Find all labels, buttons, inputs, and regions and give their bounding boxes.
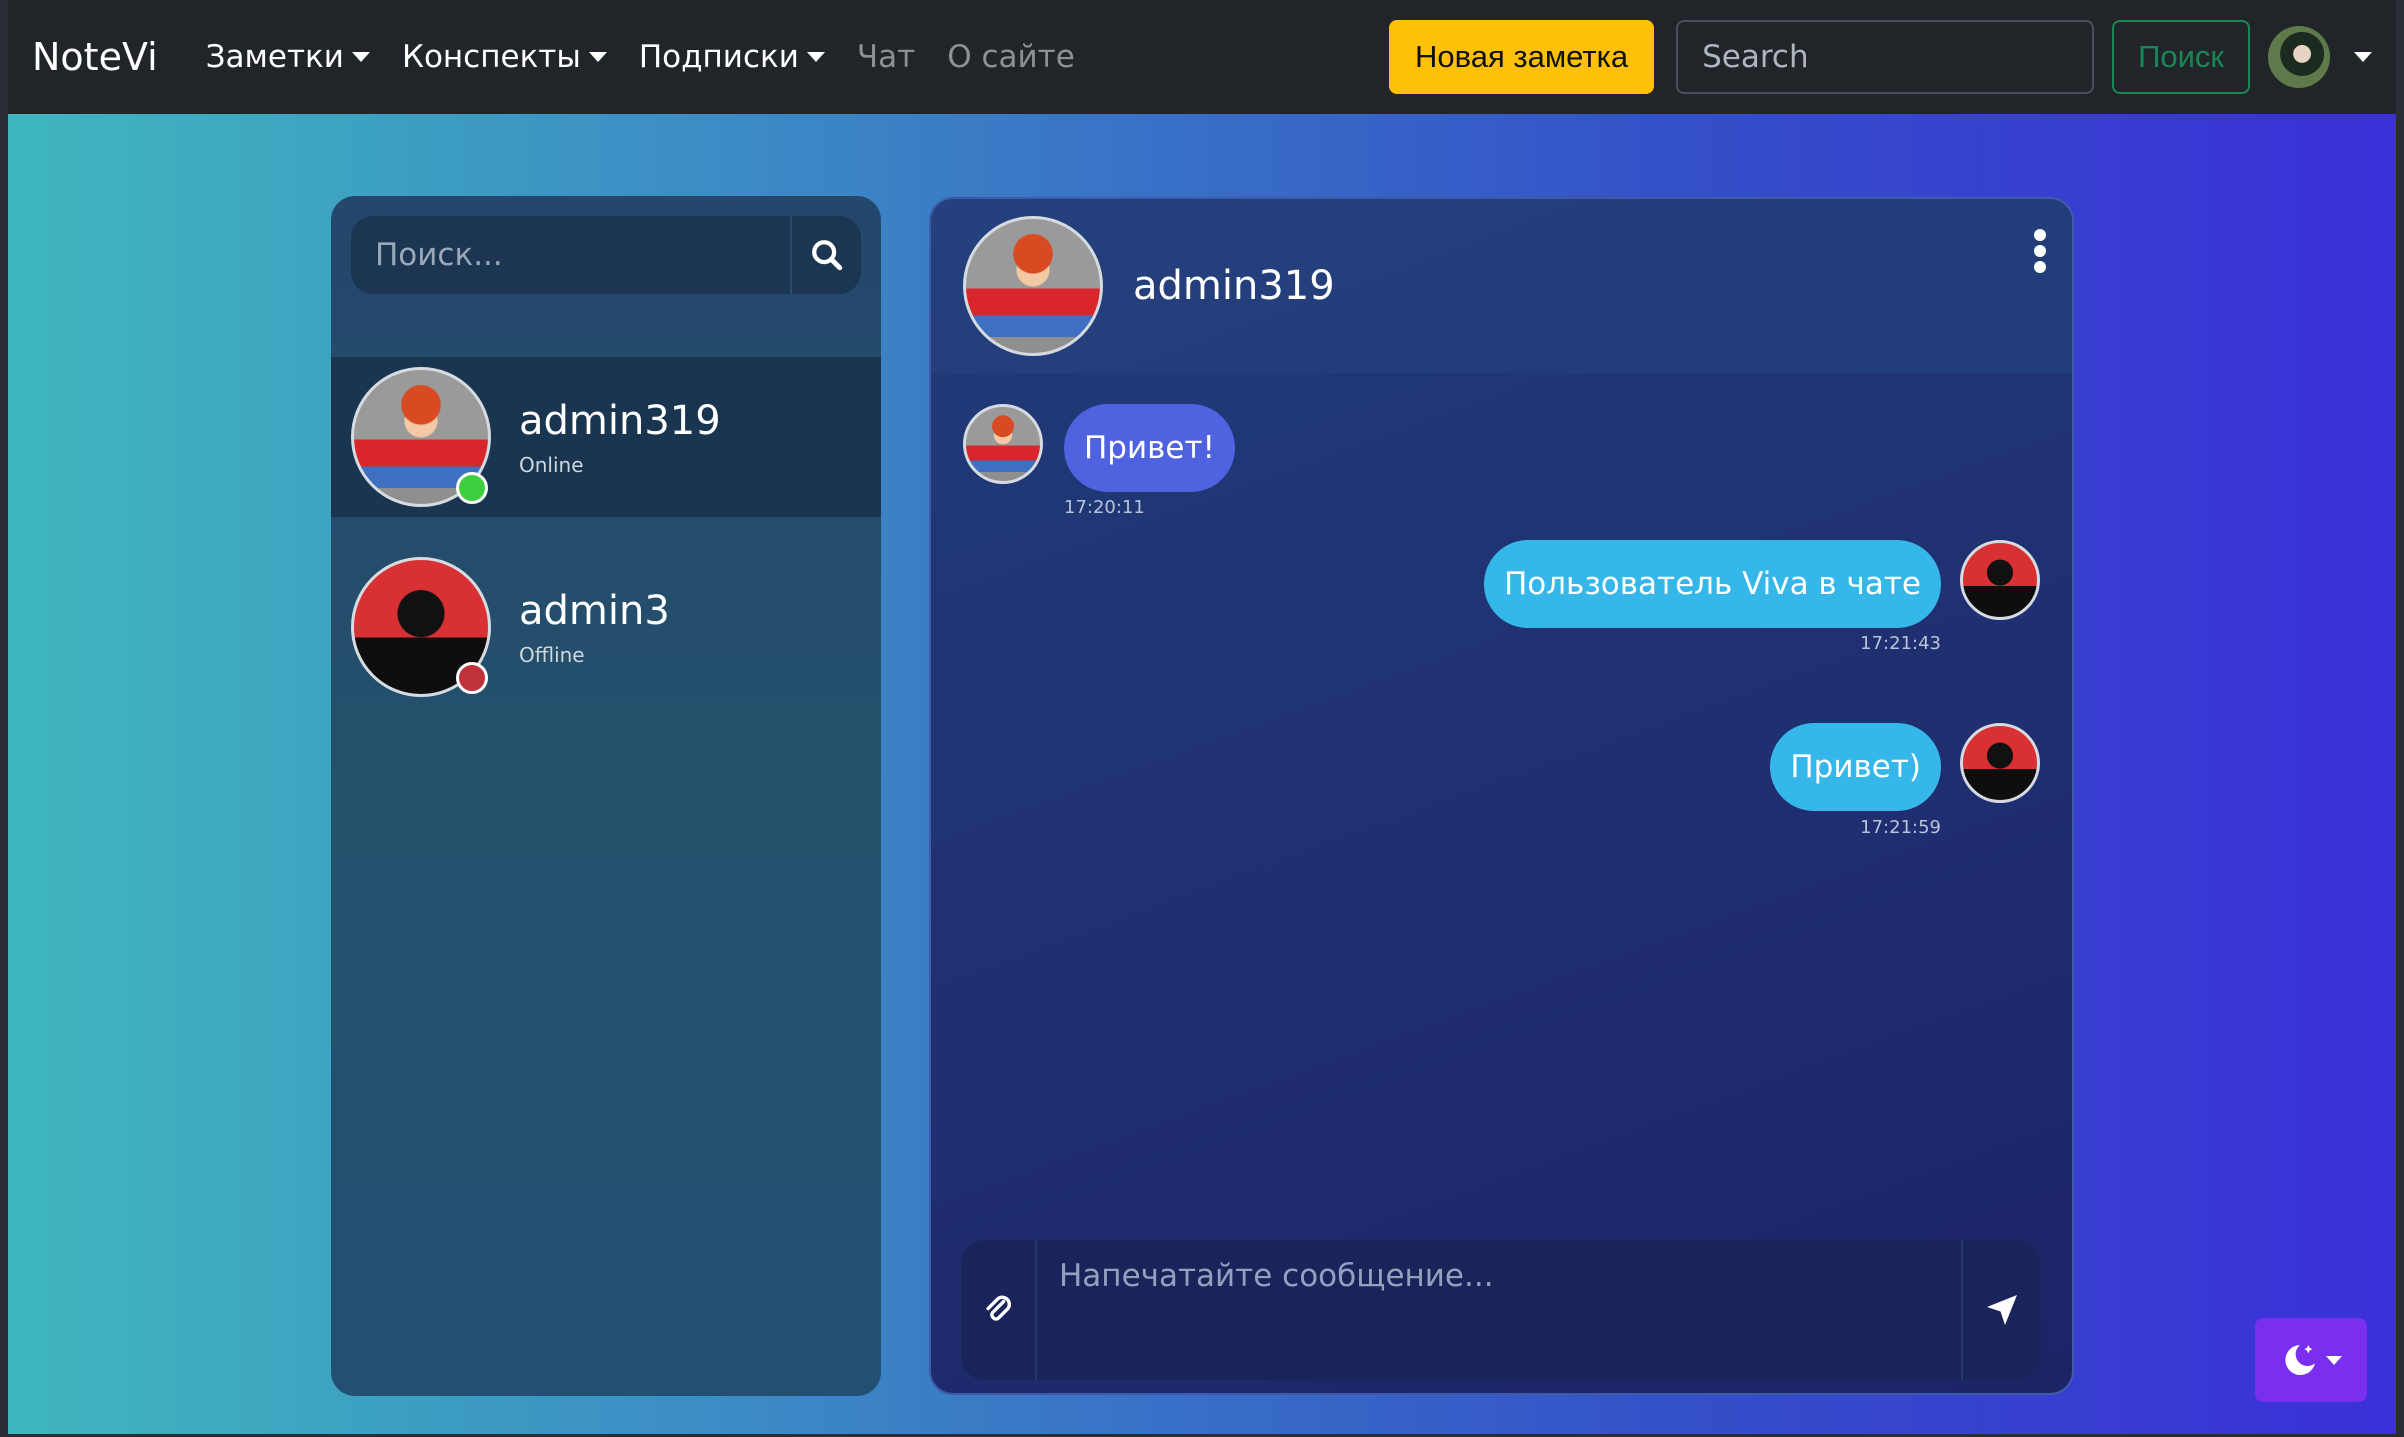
- nav-about-link[interactable]: О сайте: [947, 39, 1075, 75]
- theme-toggle-button[interactable]: [2255, 1318, 2367, 1402]
- lock-suit-avatar: [1960, 723, 2040, 803]
- send-arrow-icon: [1987, 1295, 2017, 1325]
- message-time: 17:21:43: [1860, 633, 1941, 654]
- nav-notes-dropdown[interactable]: Заметки: [206, 39, 370, 75]
- offline-status-dot: [456, 662, 488, 694]
- chat-partner-name: admin319: [1133, 263, 1335, 309]
- contact-status: Offline: [519, 643, 585, 667]
- contacts-search: [351, 216, 861, 294]
- contact-info: admin3 Offline: [519, 587, 670, 667]
- contact-info: admin319 Online: [519, 397, 721, 477]
- new-note-button[interactable]: Новая заметка: [1389, 20, 1655, 94]
- send-button[interactable]: [1961, 1240, 2041, 1380]
- lock-suit-avatar: [351, 557, 491, 697]
- chat-header: admin319: [931, 199, 2072, 373]
- menu-dot: [2034, 229, 2046, 241]
- nav-subscriptions-dropdown[interactable]: Подписки: [639, 39, 825, 75]
- nav-summaries-label: Конспекты: [401, 39, 581, 75]
- nav-chat-link[interactable]: Чат: [857, 39, 915, 75]
- top-navbar: NoteVi Заметки Конспекты Подписки Чат О …: [8, 0, 2396, 114]
- paperclip-icon: [986, 1295, 1012, 1321]
- search-input[interactable]: [1676, 20, 2095, 94]
- moon-stars-icon: [2285, 1345, 2315, 1375]
- chat-panel: admin319 Привет! 17:20:11 Пользователь V…: [929, 197, 2074, 1395]
- contact-item-admin319[interactable]: admin319 Online: [331, 357, 881, 517]
- contact-name: admin3: [519, 588, 670, 634]
- contacts-search-button[interactable]: [790, 216, 861, 294]
- menu-dot: [2034, 245, 2046, 257]
- kebab-menu-icon[interactable]: [2030, 229, 2050, 273]
- contact-name: admin319: [519, 398, 721, 444]
- outgoing-message: Пользователь Viva в чате: [1483, 540, 1941, 628]
- outgoing-message: Привет): [1770, 723, 1941, 811]
- caret-down-icon: [588, 52, 607, 62]
- search-icon: [811, 240, 842, 271]
- message-input[interactable]: [1037, 1240, 1961, 1380]
- cartoon-boy-avatar[interactable]: [963, 216, 1103, 356]
- nav-subscriptions-label: Подписки: [638, 39, 799, 75]
- contact-status: Online: [519, 453, 584, 477]
- online-status-dot: [456, 472, 488, 504]
- contact-item-admin3[interactable]: admin3 Offline: [331, 547, 881, 707]
- caret-down-icon: [806, 52, 825, 62]
- caret-down-icon: [2326, 1355, 2342, 1365]
- message-composer: [961, 1240, 2041, 1380]
- message-time: 17:20:11: [1064, 497, 1145, 518]
- brand-logo[interactable]: NoteVi: [32, 35, 158, 79]
- search-button[interactable]: Поиск: [2112, 20, 2250, 94]
- caret-down-icon: [351, 52, 370, 62]
- lock-suit-avatar: [1960, 540, 2040, 620]
- cartoon-boy-avatar: [351, 367, 491, 507]
- contacts-search-input[interactable]: [351, 216, 790, 294]
- attach-button[interactable]: [961, 1240, 1037, 1380]
- message-time: 17:21:59: [1860, 817, 1941, 838]
- incoming-message: Привет!: [1064, 404, 1235, 492]
- user-avatar[interactable]: [2268, 26, 2330, 88]
- cartoon-boy-avatar: [963, 404, 1043, 484]
- contacts-sidebar: admin319 Online admin3 Offline: [331, 196, 881, 1396]
- nav-summaries-dropdown[interactable]: Конспекты: [402, 39, 607, 75]
- user-menu-caret-icon[interactable]: [2354, 52, 2372, 62]
- menu-dot: [2034, 261, 2046, 273]
- nav-notes-label: Заметки: [205, 39, 344, 75]
